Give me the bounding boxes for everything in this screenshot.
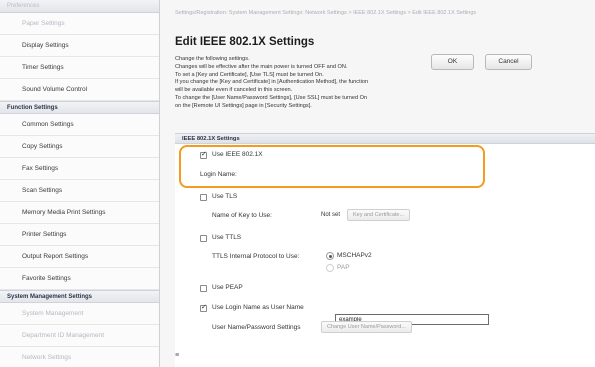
sidebar-item-scan-settings[interactable]: Scan Settings <box>0 180 159 202</box>
sidebar-item-display-settings[interactable]: Display Settings <box>0 35 159 57</box>
user-password-settings-label: User Name/Password Settings <box>212 324 301 331</box>
sidebar-section-preferences: Preferences <box>0 0 159 13</box>
instruction-line: on the [Remote UI Settings] page in [Sec… <box>175 102 312 109</box>
sidebar-item-copy-settings[interactable]: Copy Settings <box>0 136 159 158</box>
pap-label: PAP <box>337 264 350 271</box>
sidebar-item-output-report[interactable]: Output Report Settings <box>0 246 159 268</box>
instruction-line: Changes will be effective after the main… <box>175 63 348 70</box>
sidebar: Preferences Paper Settings Display Setti… <box>0 0 160 367</box>
pap-radio[interactable] <box>326 264 334 272</box>
breadcrumb: Settings/Registration: System Management… <box>175 10 477 16</box>
mschapv2-radio[interactable] <box>326 252 334 260</box>
use-ieee-checkbox[interactable] <box>200 150 207 159</box>
mschapv2-label: MSCHAPv2 <box>337 252 372 259</box>
section-header: IEEE 802.1X Settings <box>175 133 595 144</box>
sidebar-item-favorite-settings[interactable]: Favorite Settings <box>0 268 159 290</box>
use-login-as-user-checkbox[interactable] <box>200 303 207 312</box>
sidebar-item-fax-settings[interactable]: Fax Settings <box>0 158 159 180</box>
use-tls-label: Use TLS <box>212 193 238 200</box>
ok-button[interactable]: OK <box>431 54 474 70</box>
use-tls-checkbox[interactable] <box>200 194 207 201</box>
instruction-line: If you change the [Key and Certificate] … <box>175 79 369 86</box>
page-title: Edit IEEE 802.1X Settings <box>175 36 315 48</box>
instructions: Change the following settings. Changes w… <box>175 56 475 111</box>
sidebar-item-timer-settings[interactable]: Timer Settings <box>0 57 159 79</box>
key-name-value: Not set <box>321 212 341 218</box>
sidebar-section-system-management: System Management Settings <box>0 290 159 303</box>
main-panel: Settings/Registration: System Management… <box>160 0 595 367</box>
sidebar-item-department-id[interactable]: Department ID Management <box>0 325 159 347</box>
use-peap-label: Use PEAP <box>212 284 243 291</box>
instruction-line: To set a [Key and Certificate], [Use TLS… <box>175 71 324 78</box>
sidebar-item-printer-settings[interactable]: Printer Settings <box>0 224 159 246</box>
use-peap-checkbox[interactable] <box>200 285 207 292</box>
login-name-label: Login Name: <box>200 171 237 178</box>
use-ieee-label: Use IEEE 802.1X <box>212 151 263 158</box>
sidebar-section-function-settings: Function Settings <box>0 101 159 114</box>
key-and-certificate-button[interactable]: Key and Certificate... <box>347 209 411 221</box>
settings-form: Use IEEE 802.1X Login Name: Use TLS Name… <box>175 144 595 367</box>
sidebar-item-sound-volume[interactable]: Sound Volume Control <box>0 79 159 101</box>
key-name-label: Name of Key to Use: <box>212 212 272 219</box>
use-ttls-checkbox[interactable] <box>200 235 207 242</box>
use-login-as-user-label: Use Login Name as User Name <box>212 304 304 311</box>
sidebar-item-system-management[interactable]: System Management <box>0 303 159 325</box>
sidebar-item-common-settings[interactable]: Common Settings <box>0 114 159 136</box>
cancel-button[interactable]: Cancel <box>485 54 532 70</box>
menu-icon[interactable]: ≡ <box>175 352 183 360</box>
sidebar-item-memory-media-print[interactable]: Memory Media Print Settings <box>0 202 159 224</box>
ttls-protocol-label: TTLS Internal Protocol to Use: <box>212 253 300 260</box>
change-user-password-button[interactable]: Change User Name/Password... <box>321 321 412 333</box>
sidebar-item-network-settings[interactable]: Network Settings <box>0 347 159 367</box>
instruction-line: will be available even if canceled in th… <box>175 87 293 94</box>
instruction-line: To change the [User Name/Password Settin… <box>175 94 368 101</box>
sidebar-item-paper-settings[interactable]: Paper Settings <box>0 13 159 35</box>
instruction-line: Change the following settings. <box>175 56 250 62</box>
use-ttls-label: Use TTLS <box>212 234 242 241</box>
